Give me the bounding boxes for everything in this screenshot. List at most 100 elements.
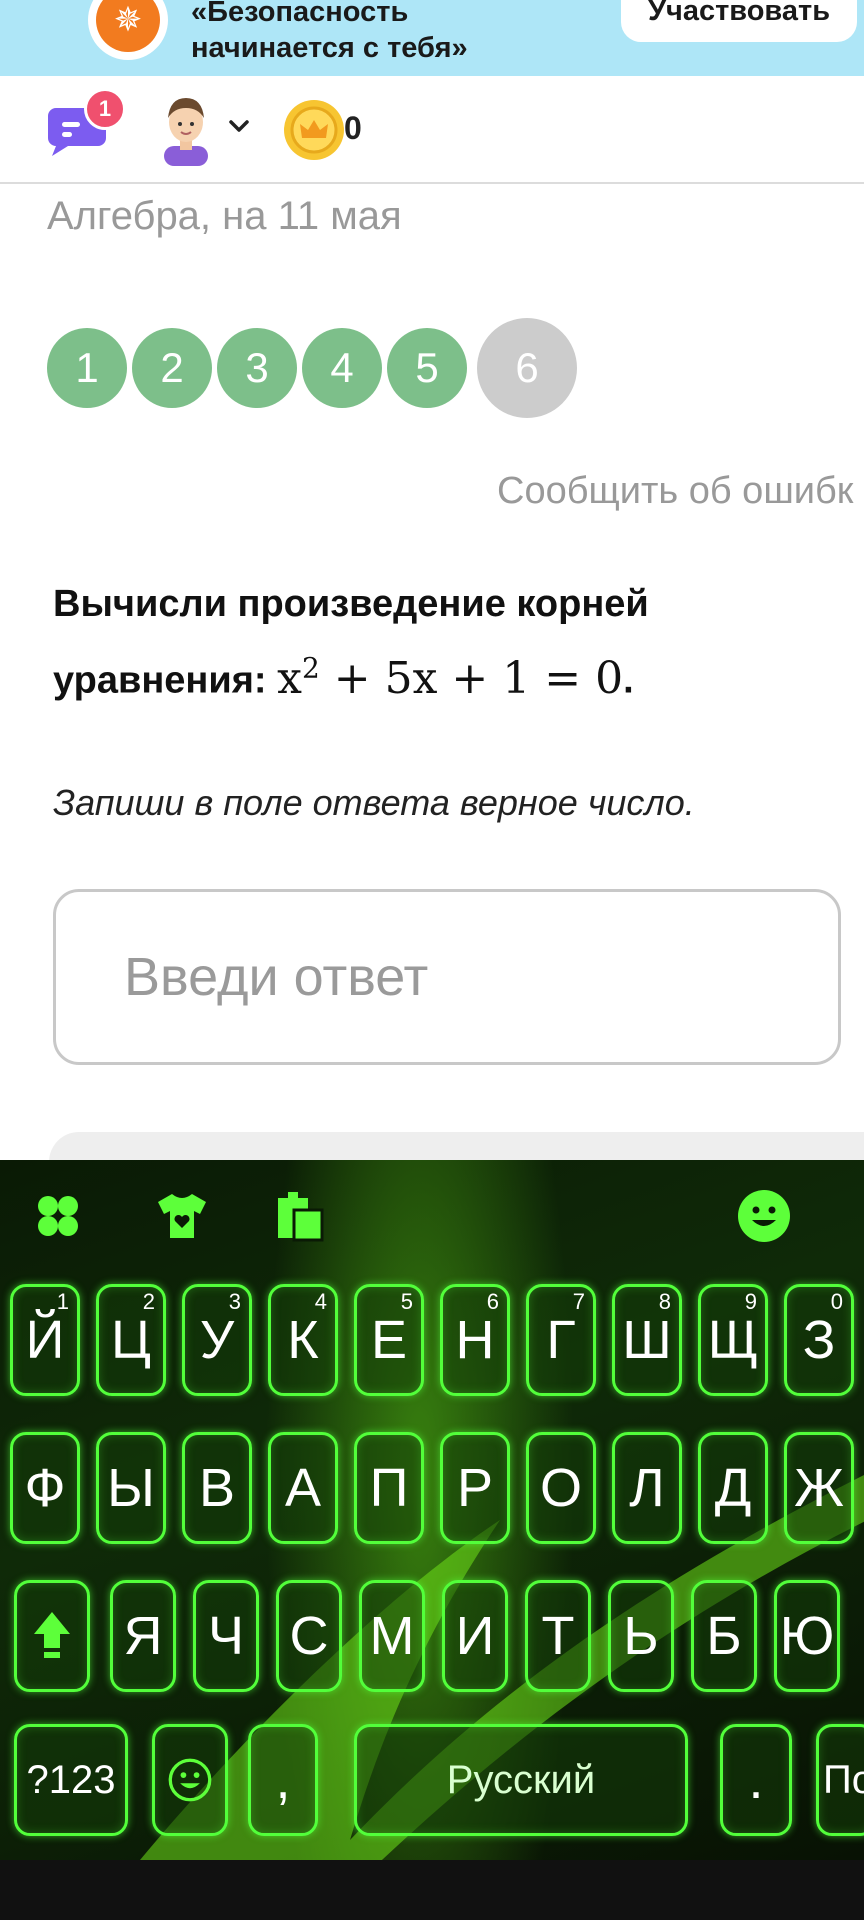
clipboard-icon[interactable]: [272, 1188, 328, 1244]
key-label: К: [287, 1310, 319, 1370]
report-error-link[interactable]: Сообщить об ошибк: [497, 470, 853, 513]
key-5[interactable]: Е5: [354, 1284, 424, 1396]
crown-coin-icon: [284, 100, 344, 160]
soft-keyboard: Й1Ц2У3К4Е5Н6Г7Ш8Щ9З0 ФЫВАПРОЛДЖ ЯЧСМИТЬБ…: [0, 1160, 864, 1860]
key-10[interactable]: Ж: [784, 1432, 854, 1544]
key-hint-number: 3: [228, 1289, 241, 1314]
banner-line-2: начинается с тебя»: [191, 32, 468, 64]
key-10[interactable]: З0: [784, 1284, 854, 1396]
step-2[interactable]: 2: [132, 328, 212, 408]
key-1[interactable]: Й1: [10, 1284, 80, 1396]
key-label: Ю: [779, 1606, 835, 1666]
key-label: Й: [25, 1310, 65, 1370]
period-key[interactable]: .: [720, 1724, 792, 1836]
comma-key[interactable]: ,: [248, 1724, 318, 1836]
equation: x2 + 5x + 1 = 0: [277, 651, 623, 704]
key-label: Б: [706, 1606, 742, 1666]
tshirt-icon[interactable]: [154, 1188, 210, 1244]
participate-button[interactable]: Участвовать: [621, 0, 857, 42]
key-7[interactable]: О: [526, 1432, 596, 1544]
key-label: Я: [123, 1606, 163, 1666]
system-navigation-bar: [0, 1860, 864, 1920]
key-1[interactable]: Я: [110, 1580, 176, 1692]
key-hint-number: 2: [142, 1289, 155, 1314]
shift-key[interactable]: [14, 1580, 90, 1692]
emoji-icon[interactable]: [736, 1188, 792, 1244]
key-label: Ж: [794, 1458, 844, 1518]
key-4[interactable]: А: [268, 1432, 338, 1544]
key-label: П: [369, 1458, 409, 1518]
key-label: Н: [455, 1310, 495, 1370]
key-label: З: [802, 1310, 836, 1370]
emoji-key-icon: [168, 1758, 212, 1802]
key-3[interactable]: С: [276, 1580, 342, 1692]
key-hint-number: 8: [658, 1289, 671, 1314]
key-2[interactable]: Ы: [96, 1432, 166, 1544]
key-hint-number: 9: [744, 1289, 757, 1314]
key-9[interactable]: Ю: [774, 1580, 840, 1692]
key-hint-number: 6: [486, 1289, 499, 1314]
step-3[interactable]: 3: [217, 328, 297, 408]
key-9[interactable]: Д: [698, 1432, 768, 1544]
equation-exponent: 2: [301, 651, 320, 684]
key-8[interactable]: Л: [612, 1432, 682, 1544]
notification-badge: 1: [84, 88, 126, 130]
clover-icon[interactable]: [30, 1188, 86, 1244]
key-label: Ф: [24, 1458, 66, 1518]
shift-icon: [34, 1612, 70, 1658]
promo-banner[interactable]: ✵ «Безопасность начинается с тебя» Участ…: [0, 0, 864, 76]
banner-text: «Безопасность начинается с тебя»: [191, 0, 468, 66]
symbols-key[interactable]: ?123: [14, 1724, 128, 1836]
question-text: Вычисли произведение корней уравнения: x…: [53, 572, 813, 713]
key-label: Г: [546, 1310, 576, 1370]
key-5[interactable]: П: [354, 1432, 424, 1544]
compass-icon: ✵: [96, 0, 160, 52]
banner-logo: ✵: [88, 0, 168, 60]
app-header: 1 0: [0, 76, 864, 184]
key-label: Е: [370, 1310, 408, 1370]
emoji-key[interactable]: [152, 1724, 228, 1836]
key-9[interactable]: Щ9: [698, 1284, 768, 1396]
key-7[interactable]: Г7: [526, 1284, 596, 1396]
step-5[interactable]: 5: [387, 328, 467, 408]
key-label: У: [199, 1310, 235, 1370]
key-hint-number: 1: [56, 1289, 69, 1314]
key-7[interactable]: Ь: [608, 1580, 674, 1692]
key-label: О: [539, 1458, 582, 1518]
step-6-current[interactable]: 6: [477, 318, 577, 418]
key-label: Ч: [208, 1606, 244, 1666]
key-label: Ь: [623, 1606, 659, 1666]
key-label: С: [289, 1606, 329, 1666]
key-1[interactable]: Ф: [10, 1432, 80, 1544]
key-2[interactable]: Ч: [193, 1580, 259, 1692]
key-5[interactable]: И: [442, 1580, 508, 1692]
key-label: Т: [541, 1606, 575, 1666]
enter-key[interactable]: По: [816, 1724, 864, 1836]
key-label: Щ: [707, 1310, 759, 1370]
key-label: А: [284, 1458, 322, 1518]
key-label: Ц: [111, 1310, 151, 1370]
key-label: Р: [456, 1458, 494, 1518]
instruction: Запиши в поле ответа верное число.: [53, 782, 695, 823]
key-8[interactable]: Б: [691, 1580, 757, 1692]
step-1[interactable]: 1: [47, 328, 127, 408]
key-hint-number: 5: [400, 1289, 413, 1314]
key-6[interactable]: Р: [440, 1432, 510, 1544]
key-2[interactable]: Ц2: [96, 1284, 166, 1396]
key-hint-number: 4: [314, 1289, 327, 1314]
space-key[interactable]: Русский: [354, 1724, 688, 1836]
avatar[interactable]: [156, 94, 216, 166]
key-4[interactable]: К4: [268, 1284, 338, 1396]
key-6[interactable]: Н6: [440, 1284, 510, 1396]
key-3[interactable]: В: [182, 1432, 252, 1544]
key-4[interactable]: М: [359, 1580, 425, 1692]
answer-input[interactable]: [53, 889, 841, 1065]
chevron-down-icon[interactable]: [228, 118, 250, 134]
key-3[interactable]: У3: [182, 1284, 252, 1396]
key-8[interactable]: Ш8: [612, 1284, 682, 1396]
key-label: В: [198, 1458, 236, 1518]
step-4[interactable]: 4: [302, 328, 382, 408]
key-label: Ы: [107, 1458, 155, 1518]
key-6[interactable]: Т: [525, 1580, 591, 1692]
banner-line-1: «Безопасность: [191, 0, 409, 28]
